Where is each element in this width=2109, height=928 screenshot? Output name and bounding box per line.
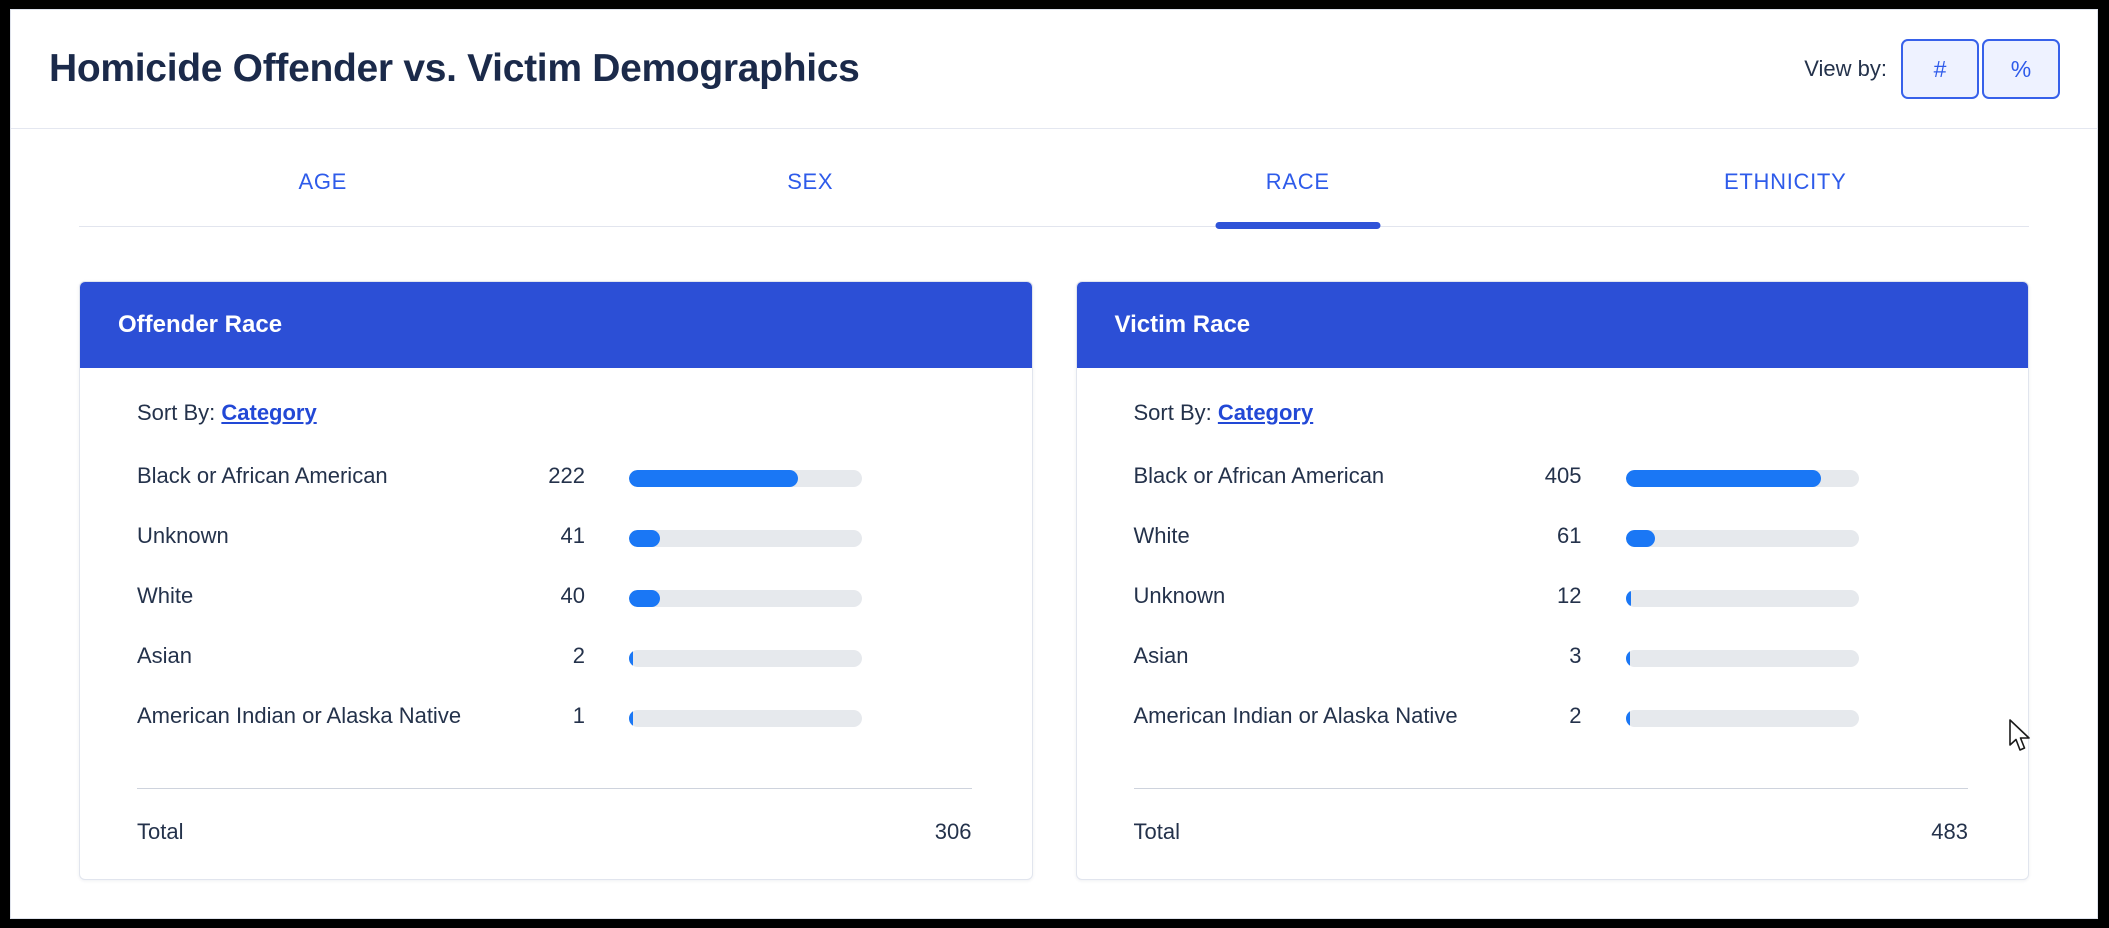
cards-row: Offender Race Sort By: Category Black or… (11, 227, 2097, 880)
victim-sort-by-label: Sort By: (1133, 400, 1212, 425)
row-category-label: Asian (1133, 643, 1189, 668)
offender-card-header: Offender Race (80, 282, 1032, 368)
table-row: American Indian or Alaska Native 2 (1134, 690, 1969, 750)
table-row: Unknown 41 (137, 510, 972, 570)
tab-race[interactable]: RACE (1054, 155, 1542, 226)
table-row: American Indian or Alaska Native 1 (137, 690, 972, 750)
bar-track (1625, 590, 1859, 607)
row-category-label: Black or African American (1133, 463, 1385, 488)
victim-race-card: Victim Race Sort By: Category Black or A… (1075, 281, 2029, 880)
tab-ethnicity[interactable]: ETHNICITY (1542, 155, 2030, 226)
tab-sex[interactable]: SEX (567, 155, 1055, 226)
row-category-label: American Indian or Alaska Native (137, 703, 462, 728)
page-title: Homicide Offender vs. Victim Demographic… (49, 47, 860, 90)
offender-sort-by-link[interactable]: Category (221, 400, 316, 425)
bar-track (1625, 530, 1859, 547)
table-row: Black or African American 222 (137, 450, 972, 510)
bar-track (629, 470, 862, 487)
row-category-label: White (1133, 523, 1190, 548)
bar-fill (629, 590, 660, 607)
row-category-label: Black or African American (137, 463, 388, 488)
row-bar-cell (1584, 576, 1969, 607)
row-bar-cell (587, 696, 972, 727)
row-bar-cell (587, 576, 972, 607)
offender-sort-by-label: Sort By: (137, 400, 216, 425)
tab-age[interactable]: AGE (79, 155, 567, 226)
bar-fill (1625, 470, 1821, 487)
bar-track (629, 590, 862, 607)
row-count-value: 405 (1544, 463, 1582, 488)
bar-fill (1625, 530, 1655, 547)
offender-total-value: 306 (934, 819, 972, 844)
row-category-label: Unknown (1133, 583, 1226, 608)
view-by-control: View by: # % (1804, 39, 2060, 99)
row-count-value: 40 (560, 583, 585, 608)
row-category-label: Asian (137, 643, 193, 668)
view-by-percent-button[interactable]: % (1982, 39, 2060, 99)
table-row: White 61 (1134, 510, 1969, 570)
bar-track (1625, 710, 1859, 727)
offender-rows: Black or African American 222 Unknown 41 Whi… (137, 450, 972, 750)
row-count-value: 2 (572, 643, 585, 668)
victim-card-title: Victim Race (1114, 311, 1251, 338)
victim-total-row: Total 483 (1134, 789, 1969, 879)
table-row: Black or African American 405 (1134, 450, 1969, 510)
bar-track (629, 530, 862, 547)
row-bar-cell (587, 456, 972, 487)
tab-bar: AGE SEX RACE ETHNICITY (79, 155, 2029, 227)
row-count-value: 3 (1569, 643, 1582, 668)
row-count-value: 12 (1557, 583, 1582, 608)
row-category-label: Unknown (137, 523, 229, 548)
bar-track (1625, 470, 1859, 487)
table-row: Unknown 12 (1134, 570, 1969, 630)
bar-fill (1625, 710, 1630, 727)
bar-fill (629, 650, 633, 667)
victim-sort-by-link[interactable]: Category (1218, 400, 1313, 425)
row-count-value: 41 (560, 523, 585, 548)
row-bar-cell (1584, 696, 1969, 727)
row-bar-cell (587, 516, 972, 547)
app-page: Homicide Offender vs. Victim Demographic… (10, 9, 2098, 919)
table-row: Asian 2 (137, 630, 972, 690)
tabs-container: AGE SEX RACE ETHNICITY (11, 155, 2097, 227)
page-header: Homicide Offender vs. Victim Demographic… (11, 10, 2097, 129)
row-count-value: 61 (1557, 523, 1582, 548)
victim-total-value: 483 (1931, 819, 1968, 844)
offender-sort-by: Sort By: Category (137, 400, 972, 426)
row-count-value: 222 (548, 463, 585, 488)
view-by-label: View by: (1804, 56, 1887, 81)
row-bar-cell (1584, 516, 1969, 547)
offender-total-label: Total (137, 819, 184, 844)
view-by-toggle-group: # % (1901, 39, 2060, 99)
bar-fill (629, 470, 798, 487)
row-count-value: 1 (572, 703, 585, 728)
bar-fill (629, 530, 661, 547)
victim-rows: Black or African American 405 White 61 Unkno… (1134, 450, 1969, 750)
offender-card-title: Offender Race (118, 311, 283, 338)
table-row: White 40 (137, 570, 972, 630)
row-category-label: American Indian or Alaska Native (1133, 703, 1458, 728)
victim-total-label: Total (1133, 819, 1180, 844)
bar-track (629, 650, 862, 667)
victim-card-header: Victim Race (1076, 282, 2028, 368)
screenshot-frame: Homicide Offender vs. Victim Demographic… (0, 0, 2109, 928)
bar-track (629, 710, 862, 727)
victim-sort-by: Sort By: Category (1134, 400, 1969, 426)
offender-card-body: Sort By: Category Black or African Ameri… (80, 368, 1032, 879)
bar-fill (1625, 650, 1630, 667)
victim-card-body: Sort By: Category Black or African Ameri… (1077, 368, 2029, 879)
bar-fill (1625, 590, 1632, 607)
row-bar-cell (1584, 456, 1969, 487)
bar-track (1625, 650, 1859, 667)
row-bar-cell (587, 636, 972, 667)
table-row: Asian 3 (1134, 630, 1969, 690)
row-bar-cell (1584, 636, 1969, 667)
view-by-number-button[interactable]: # (1901, 39, 1979, 99)
offender-total-row: Total 306 (137, 789, 972, 879)
row-count-value: 2 (1569, 703, 1582, 728)
offender-race-card: Offender Race Sort By: Category Black or… (79, 281, 1033, 880)
bar-fill (629, 710, 633, 727)
row-category-label: White (137, 583, 194, 608)
